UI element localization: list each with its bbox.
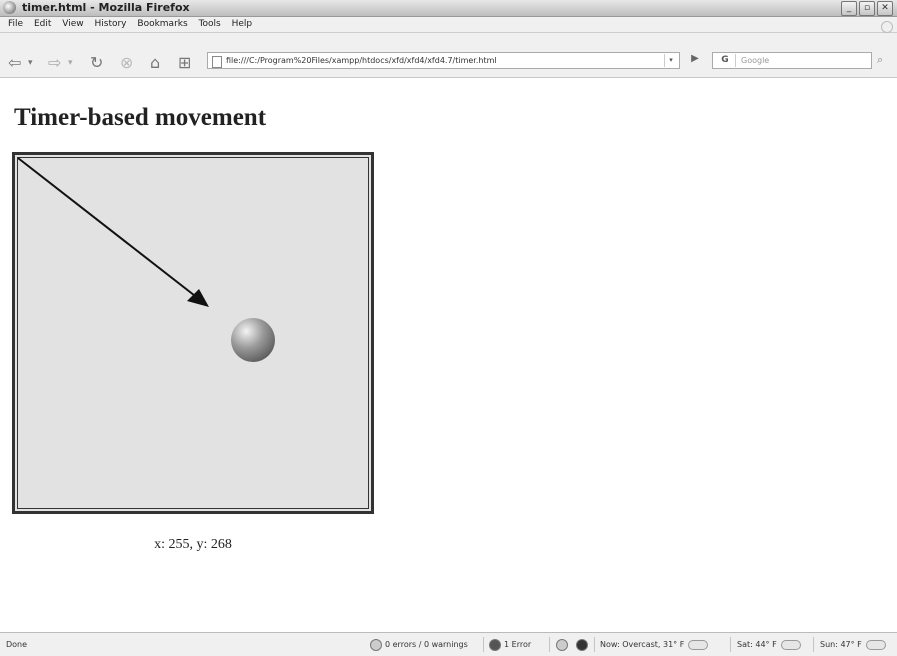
menu-bookmarks[interactable]: Bookmarks [137, 19, 187, 29]
weather-sat-label: Sat: 44° F [737, 640, 777, 649]
menu-file[interactable]: File [8, 19, 23, 29]
window-titlebar: timer.html - Mozilla Firefox _ ▫ ✕ [0, 0, 897, 17]
url-dropdown-icon[interactable]: ▾ [664, 54, 677, 67]
gear-icon [556, 638, 568, 651]
weather-sat[interactable]: Sat: 44° F [737, 638, 801, 651]
home-icon[interactable]: ⌂ [150, 54, 160, 72]
cloud-icon [865, 639, 886, 650]
animation-canvas [12, 152, 374, 514]
error-count-label: 1 Error [504, 640, 532, 649]
separator [594, 637, 595, 652]
new-tab-icon[interactable]: ⊞ [178, 54, 191, 72]
go-button[interactable]: ▶ [686, 53, 704, 68]
close-button[interactable]: ✕ [877, 1, 893, 16]
url-bar[interactable]: file:///C:/Program%20Files/xampp/htdocs/… [207, 52, 680, 69]
menu-edit[interactable]: Edit [34, 19, 51, 29]
direction-arrow [17, 157, 209, 307]
url-text[interactable]: file:///C:/Program%20Files/xampp/htdocs/… [226, 56, 497, 65]
error-count-status[interactable]: 1 Error [489, 638, 531, 651]
menu-history[interactable]: History [94, 19, 126, 29]
check-icon [370, 638, 382, 651]
status-text: Done [6, 640, 28, 649]
page-icon [212, 56, 222, 68]
separator [730, 637, 731, 652]
coordinates-readout: x: 255, y: 268 [154, 537, 232, 552]
minimize-button[interactable]: _ [841, 1, 857, 16]
separator [813, 637, 814, 652]
forward-arrow-icon[interactable]: ⇨ [48, 54, 61, 72]
cloud-icon [688, 639, 709, 650]
weather-sun-label: Sun: 47° F [820, 640, 862, 649]
errors-label: 0 errors / 0 warnings [385, 640, 468, 649]
firefox-icon [3, 1, 16, 14]
menu-tools[interactable]: Tools [199, 19, 221, 29]
back-arrow-icon[interactable]: ⇦ [8, 54, 21, 72]
window-controls: _ ▫ ✕ [841, 1, 893, 16]
page-title: Timer-based movement [14, 104, 267, 131]
back-dropdown-icon[interactable]: ▾ [28, 54, 33, 72]
error-console-status[interactable]: 0 errors / 0 warnings [370, 638, 468, 651]
menu-view[interactable]: View [62, 19, 83, 29]
error-icon [489, 638, 501, 651]
search-engine-icon[interactable]: G [715, 54, 736, 67]
window-title: timer.html - Mozilla Firefox [22, 1, 190, 14]
arrow-line [17, 157, 200, 300]
separator [549, 637, 550, 652]
search-placeholder: Google [741, 56, 770, 65]
menu-bar: File Edit View History Bookmarks Tools H… [0, 17, 897, 33]
ball [231, 318, 275, 362]
navigation-toolbar: ⇦ ▾ ⇨ ▾ ↻ ⊗ ⌂ ⊞ file:///C:/Program%20Fil… [0, 33, 897, 78]
throbber-icon [881, 21, 893, 33]
firebug-status[interactable] [576, 638, 591, 651]
reload-icon[interactable]: ↻ [90, 54, 103, 72]
menu-help[interactable]: Help [232, 19, 253, 29]
search-icon[interactable]: ⌕ [877, 53, 883, 67]
weather-now[interactable]: Now: Overcast, 31° F [600, 638, 709, 651]
stop-icon[interactable]: ⊗ [120, 54, 133, 72]
search-box[interactable]: G Google [712, 52, 872, 69]
cloud-icon [780, 639, 801, 650]
status-bar: Done 0 errors / 0 warnings 1 Error Now: … [0, 632, 897, 656]
maximize-button[interactable]: ▫ [859, 1, 875, 16]
gear-status[interactable] [556, 638, 571, 651]
weather-sun[interactable]: Sun: 47° F [820, 638, 886, 651]
weather-now-label: Now: Overcast, 31° F [600, 640, 685, 649]
separator [483, 637, 484, 652]
bug-icon [576, 638, 588, 651]
forward-dropdown-icon[interactable]: ▾ [68, 54, 73, 72]
